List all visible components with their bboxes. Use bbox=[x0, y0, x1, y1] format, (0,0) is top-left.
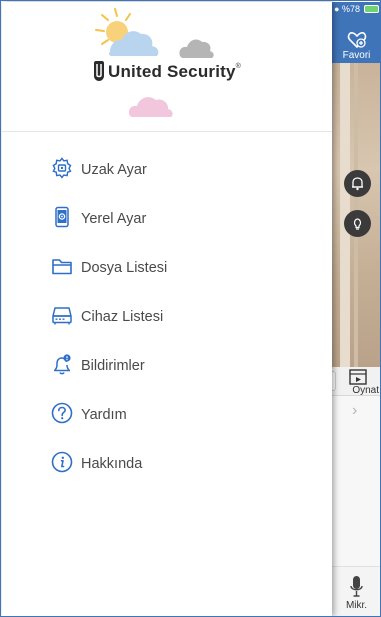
shield-logo-icon bbox=[93, 61, 104, 81]
help-question-icon bbox=[51, 402, 73, 424]
bottom-bar: Mikr. bbox=[332, 566, 380, 616]
menu-item-dosya-listesi[interactable]: Dosya Listesi bbox=[2, 243, 332, 292]
device-recorder-icon bbox=[52, 307, 72, 325]
drawer-menu: Uzak Ayar Yerel Ayar Dosya Listesi Cihaz… bbox=[2, 145, 332, 488]
chevron-right-icon[interactable]: › bbox=[352, 402, 357, 420]
play-icon[interactable] bbox=[349, 369, 367, 385]
brand-logo: United Security® bbox=[2, 61, 332, 82]
menu-item-label: Bildirimler bbox=[81, 357, 145, 374]
info-icon bbox=[51, 451, 73, 473]
remote-settings-gear-icon bbox=[52, 157, 72, 179]
favorite-label: Favori bbox=[342, 50, 371, 61]
bell-notification-icon bbox=[54, 354, 71, 375]
menu-item-uzak-ayar[interactable]: Uzak Ayar bbox=[2, 145, 332, 194]
heart-plus-icon bbox=[347, 32, 366, 49]
microphone-icon[interactable] bbox=[349, 575, 364, 599]
drawer-header: United Security® bbox=[2, 2, 332, 132]
bell-icon bbox=[352, 177, 363, 191]
menu-item-label: Uzak Ayar bbox=[81, 161, 147, 178]
side-drawer: United Security® Uzak Ayar Yerel Ayar Do… bbox=[2, 2, 332, 616]
menu-item-hakkinda[interactable]: Hakkında bbox=[2, 439, 332, 488]
list-area: › bbox=[332, 396, 380, 566]
menu-item-label: Yerel Ayar bbox=[81, 210, 147, 227]
registered-mark: ® bbox=[235, 63, 242, 70]
menu-item-label: Yardım bbox=[81, 406, 127, 423]
menu-item-label: Cihaz Listesi bbox=[81, 308, 164, 325]
mic-label: Mikr. bbox=[345, 600, 368, 611]
menu-item-label: Dosya Listesi bbox=[81, 259, 168, 276]
lightbulb-icon bbox=[353, 218, 362, 230]
menu-item-yerel-ayar[interactable]: Yerel Ayar bbox=[2, 194, 332, 243]
bell-button[interactable] bbox=[344, 170, 371, 197]
brand-name: United Security bbox=[107, 62, 236, 81]
folder-icon bbox=[52, 259, 72, 275]
camera-live-view[interactable] bbox=[332, 63, 380, 367]
alarm-status-icon: ● bbox=[334, 4, 340, 14]
top-bar: Favori bbox=[332, 16, 380, 63]
menu-item-cihaz-listesi[interactable]: Cihaz Listesi bbox=[2, 292, 332, 341]
menu-item-label: Hakkında bbox=[81, 455, 143, 472]
status-bar: ● %78 bbox=[332, 2, 380, 16]
menu-item-yardim[interactable]: Yardım bbox=[2, 390, 332, 439]
phone-settings-icon bbox=[55, 206, 69, 228]
battery-icon bbox=[364, 5, 380, 13]
background-app: ● %78 Favori Oynat › Mikr. bbox=[328, 2, 380, 616]
play-label: Oynat bbox=[352, 385, 379, 396]
light-button[interactable] bbox=[344, 210, 371, 237]
menu-item-bildirimler[interactable]: Bildirimler bbox=[2, 341, 332, 390]
playback-bar: Oynat bbox=[328, 367, 380, 396]
battery-percentage: %78 bbox=[341, 4, 360, 14]
screen-frame: ● %78 Favori Oynat › Mikr. United Securi… bbox=[0, 0, 381, 617]
